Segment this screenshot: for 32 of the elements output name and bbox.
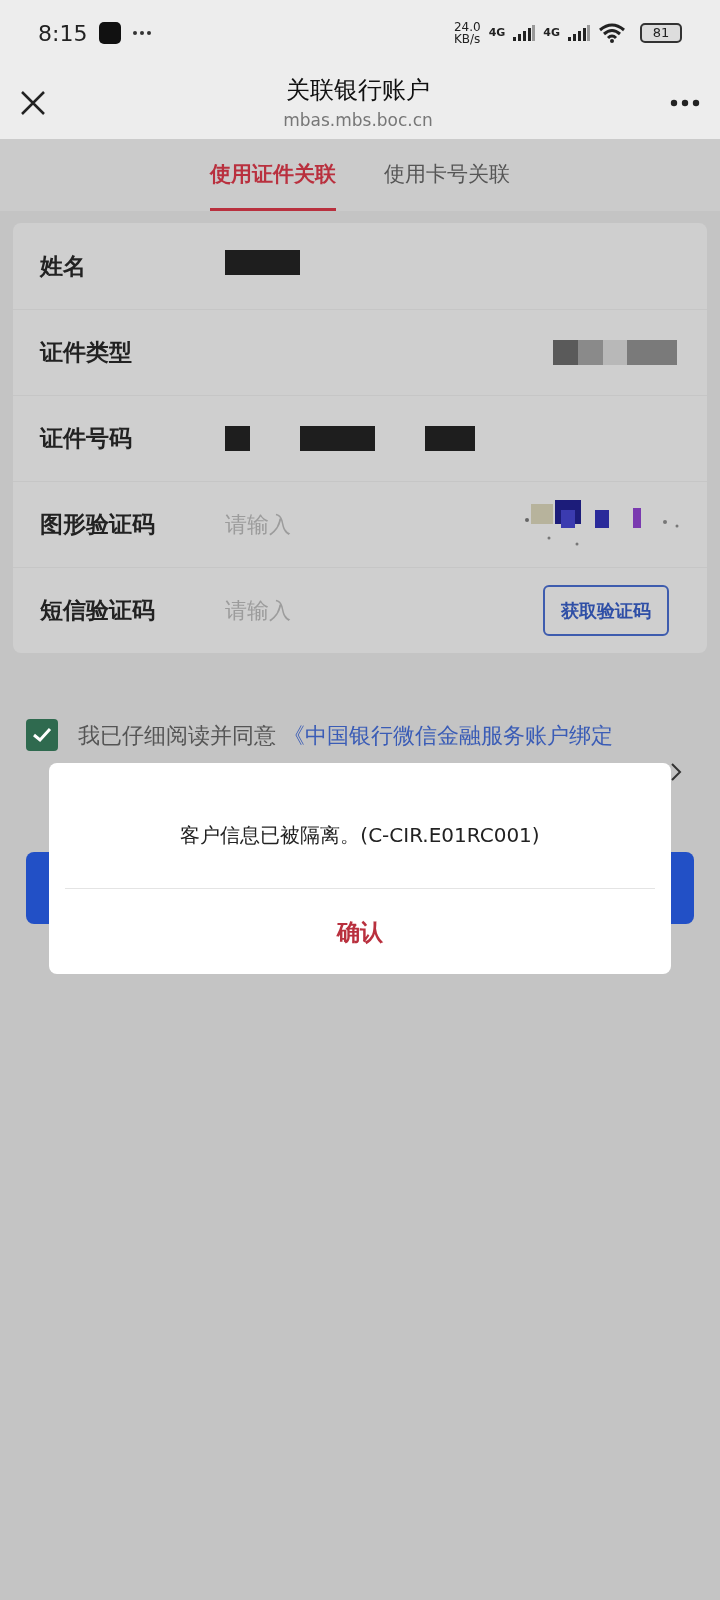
confirm-button[interactable]: 确认 xyxy=(337,915,383,950)
field-label: 证件号码 xyxy=(40,424,133,454)
chevron-right-icon[interactable] xyxy=(670,762,682,782)
field-label: 姓名 xyxy=(40,251,87,281)
field-label: 证件类型 xyxy=(40,338,133,368)
field-label: 图形验证码 xyxy=(40,510,156,540)
speed-unit: KB/s xyxy=(453,33,481,45)
check-icon xyxy=(32,727,52,743)
speed-value: 24.0 xyxy=(453,21,481,33)
network-label: 4G xyxy=(488,25,506,41)
agreement-checkbox[interactable] xyxy=(26,719,58,751)
get-code-button[interactable]: 获取验证码 xyxy=(543,585,669,636)
signal-icon xyxy=(513,25,536,41)
page-title: 关联银行账户 xyxy=(286,74,430,106)
network-label: 4G xyxy=(543,25,560,41)
redaction-mark xyxy=(225,426,250,451)
field-label: 短信验证码 xyxy=(40,596,156,626)
more-icon xyxy=(133,31,152,35)
signal-icon xyxy=(568,25,590,41)
page-url: mbas.mbs.boc.cn xyxy=(283,108,433,132)
agreement-text: 我已仔细阅读并同意 《中国银行微信金融服务账户绑定 xyxy=(78,722,613,750)
dialog-message: 客户信息已被隔离。(C-CIR.E01RC001) xyxy=(180,822,540,849)
battery-indicator: 81 xyxy=(640,23,682,43)
tab[interactable]: 使用卡号关联 xyxy=(384,139,510,211)
more-icon[interactable] xyxy=(670,98,700,107)
redaction-mark xyxy=(425,426,475,451)
close-icon[interactable] xyxy=(20,89,46,116)
app-icon xyxy=(99,22,122,44)
agreement-link[interactable]: 《中国银行微信金融服务账户绑定 xyxy=(283,723,613,748)
wifi-icon xyxy=(598,23,626,43)
tab[interactable]: 使用证件关联 xyxy=(210,139,336,211)
clock: 8:15 xyxy=(38,19,88,48)
